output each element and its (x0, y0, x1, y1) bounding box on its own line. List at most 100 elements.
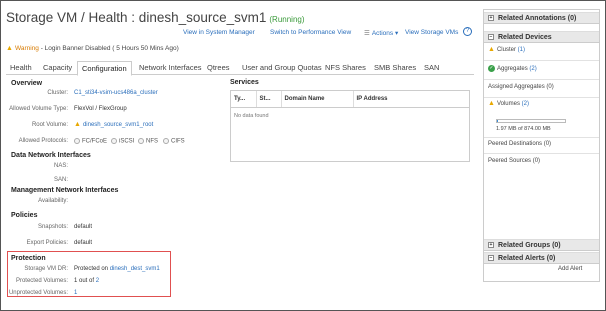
switch-to-performance-view-link[interactable]: Switch to Performance View (270, 29, 351, 36)
assigned-aggregates: Assigned Aggregates (0) (488, 84, 554, 90)
unprotected-volumes-link[interactable]: 1 (74, 290, 77, 296)
tab-smb-shares[interactable]: SMB Shares (374, 63, 416, 72)
divider (484, 60, 599, 61)
overview-heading: Overview (11, 80, 43, 87)
warning-message: ▲ Warning - Login Banner Disabled ( 5 Hou… (6, 45, 179, 52)
status-running: (Running) (269, 15, 305, 24)
column-header-state[interactable]: St... (256, 91, 282, 108)
protocol-label: iSCSI (119, 138, 135, 145)
protected-volumes-link[interactable]: 2 (96, 278, 99, 284)
divider (484, 97, 599, 98)
volumes-usage-fill (497, 120, 499, 122)
help-icon[interactable]: ? (463, 27, 472, 36)
unprotected-volumes-label: Unprotected Volumes: (8, 290, 68, 296)
tab-bar: Health Capacity Configuration Network In… (6, 61, 474, 76)
collapse-icon: − (488, 255, 494, 261)
divider (484, 79, 599, 80)
warning-label: Warning (14, 45, 39, 52)
tab-san[interactable]: SAN (424, 63, 439, 72)
san-label: SAN: (53, 177, 68, 183)
related-volumes: ▲ Volumes (2) (488, 100, 529, 107)
related-volumes-count[interactable]: (2) (522, 101, 529, 107)
nas-label: NAS: (53, 163, 68, 169)
divider (484, 153, 599, 154)
peered-destinations: Peered Destinations (0) (488, 141, 552, 147)
warning-icon: ▲ (6, 45, 13, 52)
related-cluster: ▲ Cluster (1) (488, 46, 525, 53)
related-annotations-header[interactable]: + Related Annotations (0) (484, 12, 599, 24)
storage-vm-dr-value: Protected on dinesh_dest_svm1 (74, 266, 160, 272)
volumes-capacity: 1.97 MB of 874.00 MB (496, 126, 551, 132)
radio-icon (74, 138, 80, 144)
tab-health[interactable]: Health (10, 63, 32, 72)
page-title-text: Storage VM / Health : dinesh_source_svm1 (6, 10, 267, 25)
divider (484, 137, 599, 138)
root-volume-value: ▲ dinesh_source_svm1_root (74, 121, 153, 128)
warning-icon: ▲ (74, 121, 81, 128)
protocol-iscsi: iSCSI (111, 138, 134, 145)
data-network-heading: Data Network Interfaces (11, 152, 91, 159)
cluster-label: Cluster: (47, 90, 68, 96)
ok-check-icon: ✓ (488, 65, 495, 72)
cluster-link[interactable]: C1_sti34-vsim-ucs486a_cluster (74, 90, 158, 96)
tab-capacity[interactable]: Capacity (43, 63, 72, 72)
protection-heading: Protection (11, 255, 46, 262)
export-policies-value: default (74, 240, 93, 246)
related-aggregates-count[interactable]: (2) (529, 66, 536, 72)
column-header-ip-address[interactable]: IP Address (353, 91, 469, 108)
related-groups-label: Related Groups (0) (498, 242, 561, 249)
storage-vm-dr-label: Storage VM DR: (24, 266, 68, 272)
tab-qtrees[interactable]: Qtrees (207, 63, 230, 72)
allowed-volume-type-label: Allowed Volume Type: (9, 106, 68, 112)
related-cluster-count[interactable]: (1) (518, 47, 525, 53)
empty-table-message: No data found (234, 112, 269, 119)
services-heading: Services (230, 79, 259, 86)
allowed-volume-type-value: FlexVol / FlexGroup (74, 106, 127, 112)
export-policies-label: Export Policies: (26, 240, 68, 246)
policies-heading: Policies (11, 212, 38, 219)
radio-icon (111, 138, 117, 144)
related-cluster-label: Cluster (496, 47, 516, 53)
snapshots-label: Snapshots: (37, 224, 68, 230)
storage-vm-dr-prefix: Protected on (74, 266, 110, 272)
related-annotations-label: Related Annotations (0) (498, 15, 577, 22)
related-alerts-header[interactable]: − Related Alerts (0) (484, 252, 599, 264)
warning-icon: ▲ (488, 46, 495, 53)
protected-volumes-prefix: 1 out of (74, 278, 96, 284)
root-volume-link[interactable]: dinesh_source_svm1_root (83, 122, 153, 128)
availability-label: Availability: (38, 198, 68, 204)
add-alert-link[interactable]: Add Alert (558, 266, 582, 272)
peered-sources: Peered Sources (0) (488, 158, 541, 164)
column-header-domain-name[interactable]: Domain Name (281, 91, 354, 108)
actions-menu[interactable]: ☰ Actions ▾ (364, 29, 398, 37)
management-network-heading: Management Network Interfaces (11, 187, 119, 194)
related-aggregates-label: Aggregates (497, 66, 528, 73)
expand-icon: + (488, 15, 494, 21)
protocol-nfs: NFS (138, 138, 158, 145)
tab-user-and-group-quotas[interactable]: User and Group Quotas (242, 63, 322, 72)
root-volume-label: Root Volume: (31, 122, 68, 128)
related-devices-header[interactable]: − Related Devices (484, 31, 599, 43)
menu-icon: ☰ (364, 30, 370, 37)
volumes-usage-bar (496, 119, 566, 123)
view-storage-vms-link[interactable]: View Storage VMs (405, 29, 458, 36)
expand-icon: + (488, 242, 494, 248)
related-aggregates: ✓ Aggregates (2) (488, 65, 537, 72)
protected-volumes-label: Protected Volumes: (15, 278, 68, 284)
tab-network-interfaces[interactable]: Network Interfaces (139, 63, 202, 72)
related-volumes-label: Volumes (496, 101, 520, 107)
tab-nfs-shares[interactable]: NFS Shares (325, 63, 366, 72)
actions-menu-label: Actions ▾ (371, 30, 399, 37)
view-in-system-manager-link[interactable]: View in System Manager (183, 29, 255, 36)
storage-vm-dr-link[interactable]: dinesh_dest_svm1 (110, 266, 160, 272)
protocol-label: NFS (146, 138, 158, 145)
related-panel: + Related Annotations (0) − Related Device… (483, 9, 600, 282)
protocol-fc-fcoe: FC/FCoE (74, 138, 107, 145)
related-groups-header[interactable]: + Related Groups (0) (484, 239, 599, 251)
column-header-type[interactable]: Ty... (231, 91, 257, 108)
collapse-icon: − (488, 34, 494, 40)
radio-icon (138, 138, 144, 144)
tab-configuration[interactable]: Configuration (77, 61, 132, 76)
related-alerts-label: Related Alerts (0) (498, 255, 556, 262)
protocol-label: FC/FCoE (82, 138, 108, 145)
